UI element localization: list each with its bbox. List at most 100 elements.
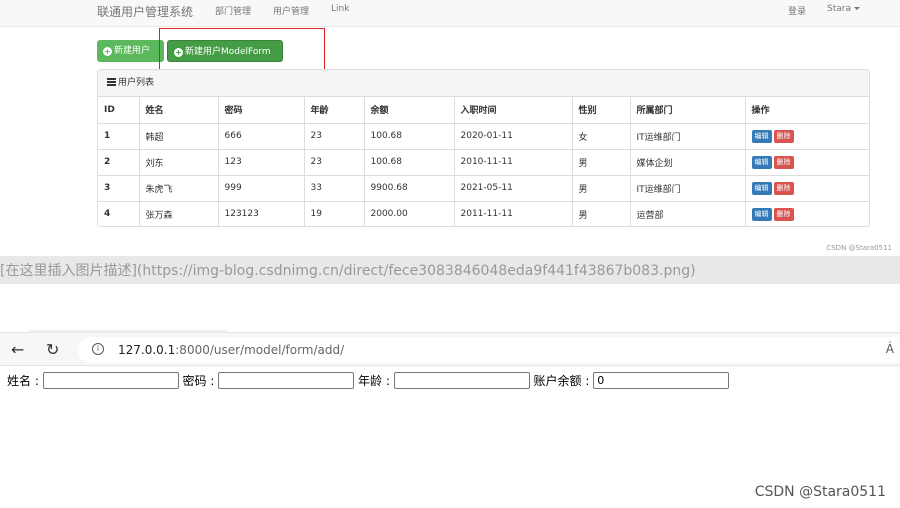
delete-button[interactable]: 删除: [773, 181, 794, 195]
panel-title: 用户列表: [118, 78, 155, 88]
col-header: 年龄: [303, 97, 364, 123]
nav-dept[interactable]: 部门管理: [215, 4, 251, 17]
table-cell: 100.68: [363, 148, 454, 175]
user-list-screenshot: 联通用户管理系统 部门管理 用户管理 Link 登录 Stara + 新建用户 +…: [0, 0, 900, 256]
watermark-small: CSDN @Stara0511: [826, 244, 892, 252]
table-cell: 33: [303, 174, 364, 201]
table-cell: 4: [98, 200, 139, 227]
back-arrow-icon[interactable]: ←: [11, 340, 24, 359]
table-cell: 张万森: [138, 200, 218, 227]
balance-input[interactable]: [593, 372, 730, 389]
actions-cell: 编辑 删除: [744, 200, 869, 227]
address-bar: ← ↻ i 127.0.0.1:8000/user/model/form/add…: [0, 332, 900, 366]
table-cell: 2010-11-11: [453, 148, 572, 175]
table-cell: 100.68: [363, 122, 454, 149]
table-cell: 9900.68: [363, 174, 454, 201]
col-header: 操作: [744, 97, 869, 123]
actions-cell: 编辑 删除: [744, 174, 869, 201]
table-cell: 2021-05-11: [453, 174, 572, 201]
table-cell: 运营部: [629, 200, 745, 227]
nav-login[interactable]: 登录: [788, 4, 806, 17]
table-cell: IT运维部门: [629, 122, 745, 149]
table-cell: 2000.00: [363, 200, 454, 227]
table-cell: 韩超: [138, 122, 218, 149]
add-user-label: 新建用户: [114, 46, 151, 56]
table-cell: 女: [571, 122, 630, 149]
watermark-large: CSDN @Stara0511: [754, 484, 886, 500]
table-cell: 刘东: [138, 148, 218, 175]
info-icon[interactable]: i: [92, 343, 104, 355]
table-cell: 3: [98, 174, 139, 201]
highlight-box: [159, 28, 325, 73]
delete-button[interactable]: 删除: [773, 129, 794, 143]
image-alt-text: [在这里插入图片描述](https://img-blog.csdnimg.cn/…: [0, 256, 900, 284]
reload-icon[interactable]: ↻: [46, 340, 59, 359]
url-path: :8000/user/model/form/add/: [175, 343, 345, 357]
password-label: 密码 :: [182, 374, 215, 388]
table-row: 3 朱虎飞 999 33 9900.68 2021-05-11 男 IT运维部门 编辑 删除: [98, 174, 869, 201]
table-cell: 123: [217, 148, 304, 175]
table-cell: 23: [303, 122, 364, 149]
caret-down-icon: [853, 7, 860, 10]
table-cell: 朱虎飞: [138, 174, 218, 201]
table-cell: 男: [571, 174, 630, 201]
url-field[interactable]: i 127.0.0.1:8000/user/model/form/add/ Á: [78, 337, 900, 363]
actions-cell: 编辑 删除: [744, 122, 869, 149]
table-cell: 1: [98, 122, 139, 149]
nav-user-menu[interactable]: Stara: [827, 4, 860, 14]
navbar-brand[interactable]: 联通用户管理系统: [97, 3, 193, 20]
table-row: 2 刘东 123 23 100.68 2010-11-11 男媒体企划 编辑 删除: [98, 148, 869, 175]
url-text: 127.0.0.1:8000/user/model/form/add/: [118, 343, 344, 357]
panel-heading: 用户列表: [98, 70, 869, 97]
edit-button[interactable]: 编辑: [751, 155, 772, 169]
nav-user[interactable]: 用户管理: [273, 4, 309, 17]
col-header: 所属部门: [629, 97, 745, 123]
table-row: 1 韩超 666 23 100.68 2020-01-11 女 IT运维部门 编辑 删除: [98, 122, 869, 149]
url-host: 127.0.0.1: [118, 343, 176, 357]
table-cell: 999: [217, 174, 304, 201]
table-cell: 男: [571, 148, 630, 175]
table-cell: 男: [571, 200, 630, 227]
col-header: 密码: [217, 97, 304, 123]
table-cell: 媒体企划: [629, 148, 745, 175]
delete-button[interactable]: 删除: [773, 155, 794, 169]
table-cell: 19: [303, 200, 364, 227]
table-cell: 23: [303, 148, 364, 175]
user-name: Stara: [827, 4, 851, 14]
delete-button[interactable]: 删除: [773, 207, 794, 221]
browser-screenshot: ← ↻ i 127.0.0.1:8000/user/model/form/add…: [0, 284, 900, 508]
table-cell: 2011-11-11: [453, 200, 572, 227]
name-input[interactable]: [42, 372, 179, 389]
table-cell: 123123: [217, 200, 304, 227]
table-cell: 666: [217, 122, 304, 149]
add-user-form: 姓名 : 密码 : 年龄 : 账户余额 :: [7, 372, 730, 389]
age-input[interactable]: [393, 372, 530, 389]
user-list-panel: 用户列表 ID 姓名 密码 年龄 余额 入职时间 性别 所属部门 操作 1韩超: [97, 69, 870, 227]
edit-button[interactable]: 编辑: [751, 129, 772, 143]
table-row: 4 张万森 123123 19 2000.00 2011-11-11 男运营部 编辑 删除: [98, 200, 869, 227]
col-header: 性别: [571, 97, 630, 123]
tab-strip: [0, 284, 900, 332]
plus-circle-icon: +: [103, 47, 112, 56]
age-label: 年龄 :: [358, 374, 390, 388]
col-header: 入职时间: [453, 97, 572, 123]
nav-link[interactable]: Link: [331, 4, 349, 14]
edit-button[interactable]: 编辑: [751, 181, 772, 195]
navbar: 联通用户管理系统 部门管理 用户管理 Link 登录 Stara: [0, 0, 900, 27]
col-header: 姓名: [138, 97, 218, 123]
list-icon: [107, 78, 116, 86]
alt-text: [在这里插入图片描述](https://img-blog.csdnimg.cn/…: [0, 263, 696, 279]
table-cell: 2: [98, 148, 139, 175]
table-header-row: ID 姓名 密码 年龄 余额 入职时间 性别 所属部门 操作: [98, 97, 869, 123]
name-label: 姓名 :: [7, 374, 39, 388]
col-header: 余额: [363, 97, 454, 123]
actions-cell: 编辑 删除: [744, 148, 869, 175]
col-header: ID: [104, 104, 115, 115]
edit-button[interactable]: 编辑: [751, 207, 772, 221]
password-input[interactable]: [218, 372, 355, 389]
table-cell: IT运维部门: [629, 174, 745, 201]
reader-mode-icon[interactable]: Á: [886, 342, 894, 356]
user-table: ID 姓名 密码 年龄 余额 入职时间 性别 所属部门 操作 1 韩超 666 23 1…: [98, 97, 869, 227]
table-cell: 2020-01-11: [453, 122, 572, 149]
add-user-button[interactable]: + 新建用户: [97, 40, 164, 62]
